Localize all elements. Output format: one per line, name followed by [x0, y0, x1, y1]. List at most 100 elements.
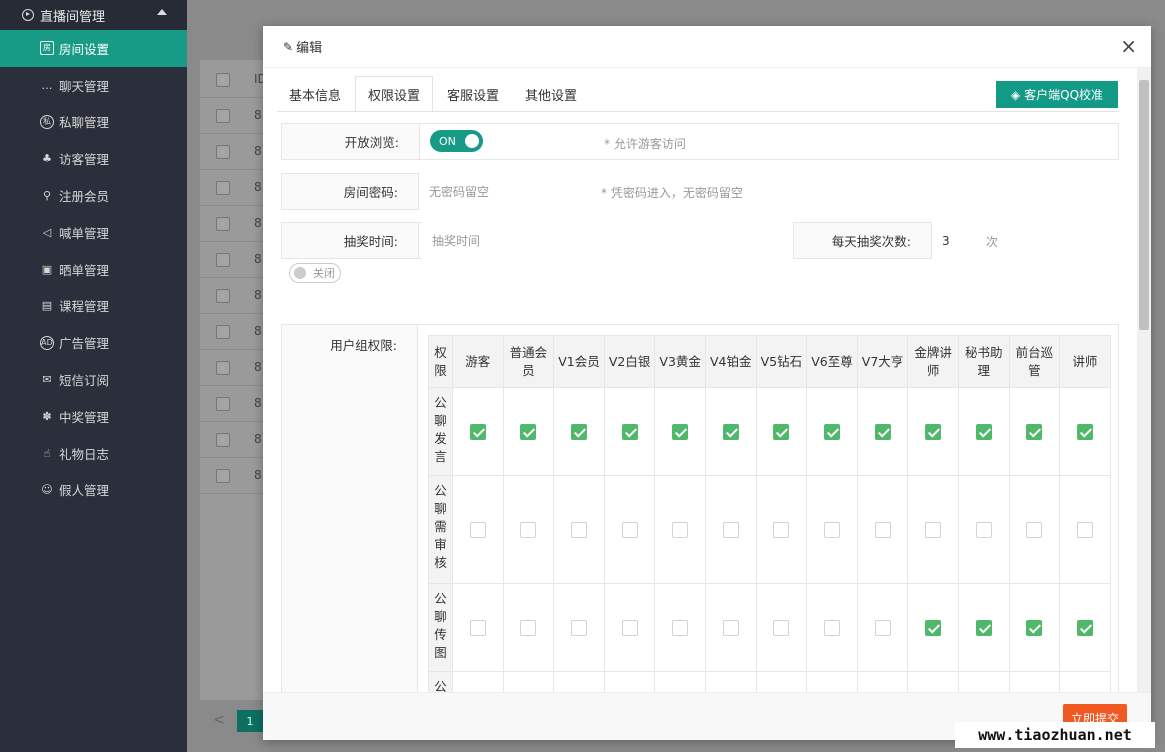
permission-checkbox[interactable] — [823, 424, 840, 440]
tab-0[interactable]: 基本信息 — [277, 76, 353, 112]
permission-checkbox[interactable] — [469, 424, 486, 440]
layers-icon: ◈ — [1010, 87, 1021, 102]
permissions-column-header: V5钻石 — [755, 335, 808, 388]
permission-checkbox[interactable] — [672, 424, 689, 440]
background-row-checkbox[interactable] — [216, 109, 230, 123]
permission-checkbox[interactable] — [520, 424, 537, 440]
permission-checkbox[interactable] — [823, 522, 840, 538]
sidebar-group-live-room[interactable]: 直播间管理 — [0, 0, 187, 30]
permission-checkbox[interactable] — [520, 522, 537, 538]
permissions-label: 用户组权限: — [330, 338, 397, 353]
image-icon: ▣ — [41, 262, 53, 276]
background-row-checkbox[interactable] — [216, 361, 230, 375]
sidebar-item-8[interactable]: AD 广告管理 — [0, 324, 187, 361]
user-group-permissions: 用户组权限: 权限 游客 普通会员 V1会员 V2白银 V3黄金 V4铂金 V5钻石 V6至尊 V… — [281, 324, 1119, 692]
permission-checkbox[interactable] — [469, 522, 486, 538]
permission-checkbox[interactable] — [621, 424, 638, 440]
permissions-table: 权限 游客 普通会员 V1会员 V2白银 V3黄金 V4铂金 V5钻石 V6至尊 V7大亨 金牌讲师… — [428, 335, 1111, 692]
permission-checkbox[interactable] — [1076, 424, 1093, 440]
permission-checkbox[interactable] — [570, 424, 587, 440]
permission-checkbox[interactable] — [925, 620, 942, 636]
background-row-checkbox[interactable] — [216, 181, 230, 195]
permission-checkbox[interactable] — [874, 522, 891, 538]
permission-checkbox[interactable] — [823, 620, 840, 636]
permission-checkbox[interactable] — [925, 522, 942, 538]
close-button[interactable]: × — [1120, 36, 1137, 56]
sidebar-item-0[interactable]: 房房间设置 — [0, 30, 187, 67]
scrollbar-thumb[interactable] — [1139, 80, 1149, 330]
sidebar-item-6[interactable]: ▣ 晒单管理 — [0, 251, 187, 288]
permissions-cell — [1008, 671, 1061, 692]
permission-checkbox[interactable] — [1076, 620, 1093, 636]
sidebar-item-label: 注册会员 — [59, 189, 110, 205]
lottery-time-input[interactable]: 抽奖时间 — [422, 222, 786, 259]
sidebar-item-label: 广告管理 — [59, 336, 110, 352]
permission-checkbox[interactable] — [925, 424, 942, 440]
lottery-toggle[interactable]: 关闭 — [289, 263, 341, 283]
permissions-cell — [1059, 475, 1111, 584]
permission-checkbox[interactable] — [570, 522, 587, 538]
tab-1[interactable]: 权限设置 — [355, 76, 434, 112]
sidebar-item-4[interactable]: ⚲ 注册会员 — [0, 177, 187, 214]
background-row-checkbox[interactable] — [216, 325, 230, 339]
background-row-checkbox[interactable] — [216, 469, 230, 483]
megaphone-icon: ◁ — [42, 225, 52, 239]
sidebar-item-3[interactable]: ♣ 访客管理 — [0, 140, 187, 177]
permissions-cell — [603, 387, 656, 476]
permission-checkbox[interactable] — [621, 620, 638, 636]
sidebar-item-12[interactable]: ☺ 假人管理 — [0, 472, 187, 509]
password-input[interactable]: 无密码留空 — [419, 173, 594, 210]
permission-checkbox[interactable] — [975, 522, 992, 538]
permissions-cell — [806, 583, 858, 672]
sidebar-item-2[interactable]: 私私聊管理 — [0, 104, 187, 141]
permission-checkbox[interactable] — [722, 424, 739, 440]
permission-checkbox[interactable] — [469, 620, 486, 636]
sidebar-item-5[interactable]: ◁ 喊单管理 — [0, 214, 187, 251]
tab-3[interactable]: 其他设置 — [513, 76, 589, 112]
permissions-cell — [1008, 583, 1061, 672]
permission-checkbox[interactable] — [722, 522, 739, 538]
permission-checkbox[interactable] — [672, 620, 689, 636]
browse-toggle-text: ON — [439, 134, 456, 148]
browse-toggle[interactable]: ON — [430, 130, 483, 152]
permission-checkbox[interactable] — [874, 620, 891, 636]
sidebar-item-label: 短信订阅 — [59, 373, 110, 389]
tab-2[interactable]: 客服设置 — [435, 76, 511, 112]
permission-checkbox[interactable] — [773, 424, 790, 440]
background-row-checkbox[interactable] — [216, 289, 230, 303]
permissions-cell — [603, 475, 656, 584]
background-row-checkbox[interactable] — [216, 433, 230, 447]
permission-checkbox[interactable] — [773, 522, 790, 538]
permission-checkbox[interactable] — [722, 620, 739, 636]
permissions-cell — [654, 583, 706, 672]
sidebar-item-9[interactable]: ✉ 短信订阅 — [0, 361, 187, 398]
permission-checkbox[interactable] — [975, 424, 992, 440]
permission-checkbox[interactable] — [975, 620, 992, 636]
background-row-checkbox[interactable] — [216, 397, 230, 411]
permission-checkbox[interactable] — [672, 522, 689, 538]
permission-checkbox[interactable] — [773, 620, 790, 636]
sidebar-item-11[interactable]: ☝ 礼物日志 — [0, 435, 187, 472]
permission-checkbox[interactable] — [621, 522, 638, 538]
background-row-checkbox[interactable] — [216, 217, 230, 231]
qq-calibrate-button[interactable]: ◈ 客户端QQ校准 — [996, 81, 1118, 108]
page-number-button[interactable]: 1 — [237, 710, 263, 732]
permission-checkbox[interactable] — [520, 620, 537, 636]
background-row-checkbox[interactable] — [216, 73, 230, 87]
permission-checkbox[interactable] — [1076, 522, 1093, 538]
permissions-cell — [553, 475, 605, 584]
permission-checkbox[interactable] — [570, 620, 587, 636]
permission-checkbox[interactable] — [1026, 522, 1043, 538]
permissions-cell — [502, 475, 555, 584]
permission-checkbox[interactable] — [1026, 620, 1043, 636]
sidebar-item-10[interactable]: ✽ 中奖管理 — [0, 398, 187, 435]
permission-checkbox[interactable] — [874, 424, 891, 440]
prev-page-button[interactable]: < — [213, 712, 225, 728]
modal-scrollbar[interactable] — [1137, 68, 1151, 692]
daily-lottery-input[interactable]: 3 — [932, 222, 978, 259]
permission-checkbox[interactable] — [1026, 424, 1043, 440]
sidebar-item-1[interactable]: … 聊天管理 — [0, 67, 187, 104]
background-row-checkbox[interactable] — [216, 145, 230, 159]
sidebar-item-7[interactable]: ▤ 课程管理 — [0, 288, 187, 325]
background-row-checkbox[interactable] — [216, 253, 230, 267]
